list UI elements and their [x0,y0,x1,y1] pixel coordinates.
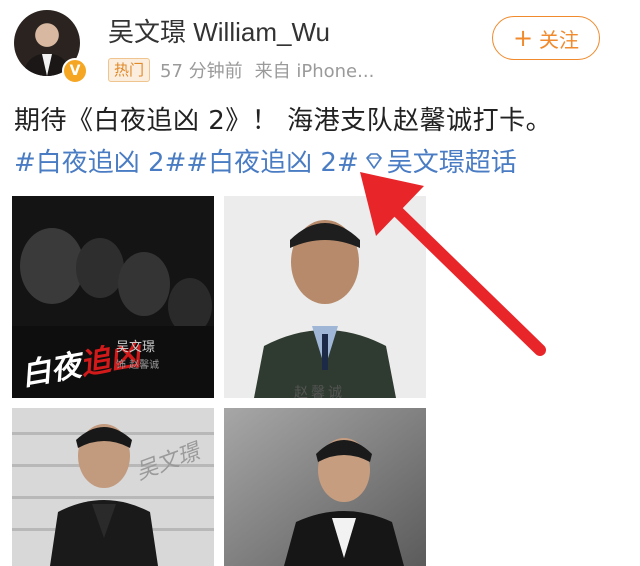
photo-portrait-2[interactable] [224,408,426,566]
poster-role: 饰 赵馨诚 [116,360,160,371]
hot-tag: 热门 [108,58,151,82]
follow-button[interactable]: + 关注 [492,16,600,60]
portrait-1-graphic [50,424,158,566]
post-meta: 热门 57 分钟前 来自 iPhone... [108,56,374,84]
photo-portrait-1[interactable]: 吴文璟 [12,408,214,566]
photo-poster[interactable]: 白夜追凶 吴文璟 饰 赵馨诚 [12,196,214,398]
supertopic-link[interactable]: 吴文璟超话 [387,142,517,179]
post-source: 来自 iPhone... [254,61,375,82]
post-time: 57 分钟前 [160,61,243,82]
id-name: 赵馨诚 [294,385,345,398]
topic-line: #白夜追凶 2##白夜追凶 2# 吴文璟超话 [14,142,517,179]
id-portrait-graphic [224,196,426,398]
poster-actor: 吴文璟 [116,340,156,355]
post-text: 期待《白夜追凶 2》！ 海港支队赵馨诚打卡。 [14,106,553,136]
diamond-icon [365,152,382,169]
follow-label: 关注 [539,27,580,52]
portrait-2-graphic [224,408,426,566]
topic-link[interactable]: #白夜追凶 2##白夜追凶 2# [14,142,359,179]
post-header: V 吴文璟 William_Wu 热门 57 分钟前 来自 iPhone... … [0,0,640,92]
photo-id-portrait[interactable]: 赵馨诚 [224,196,426,398]
plus-icon: + [512,24,534,52]
username[interactable]: 吴文璟 William_Wu [108,12,330,49]
verified-badge-icon: V [62,58,88,84]
